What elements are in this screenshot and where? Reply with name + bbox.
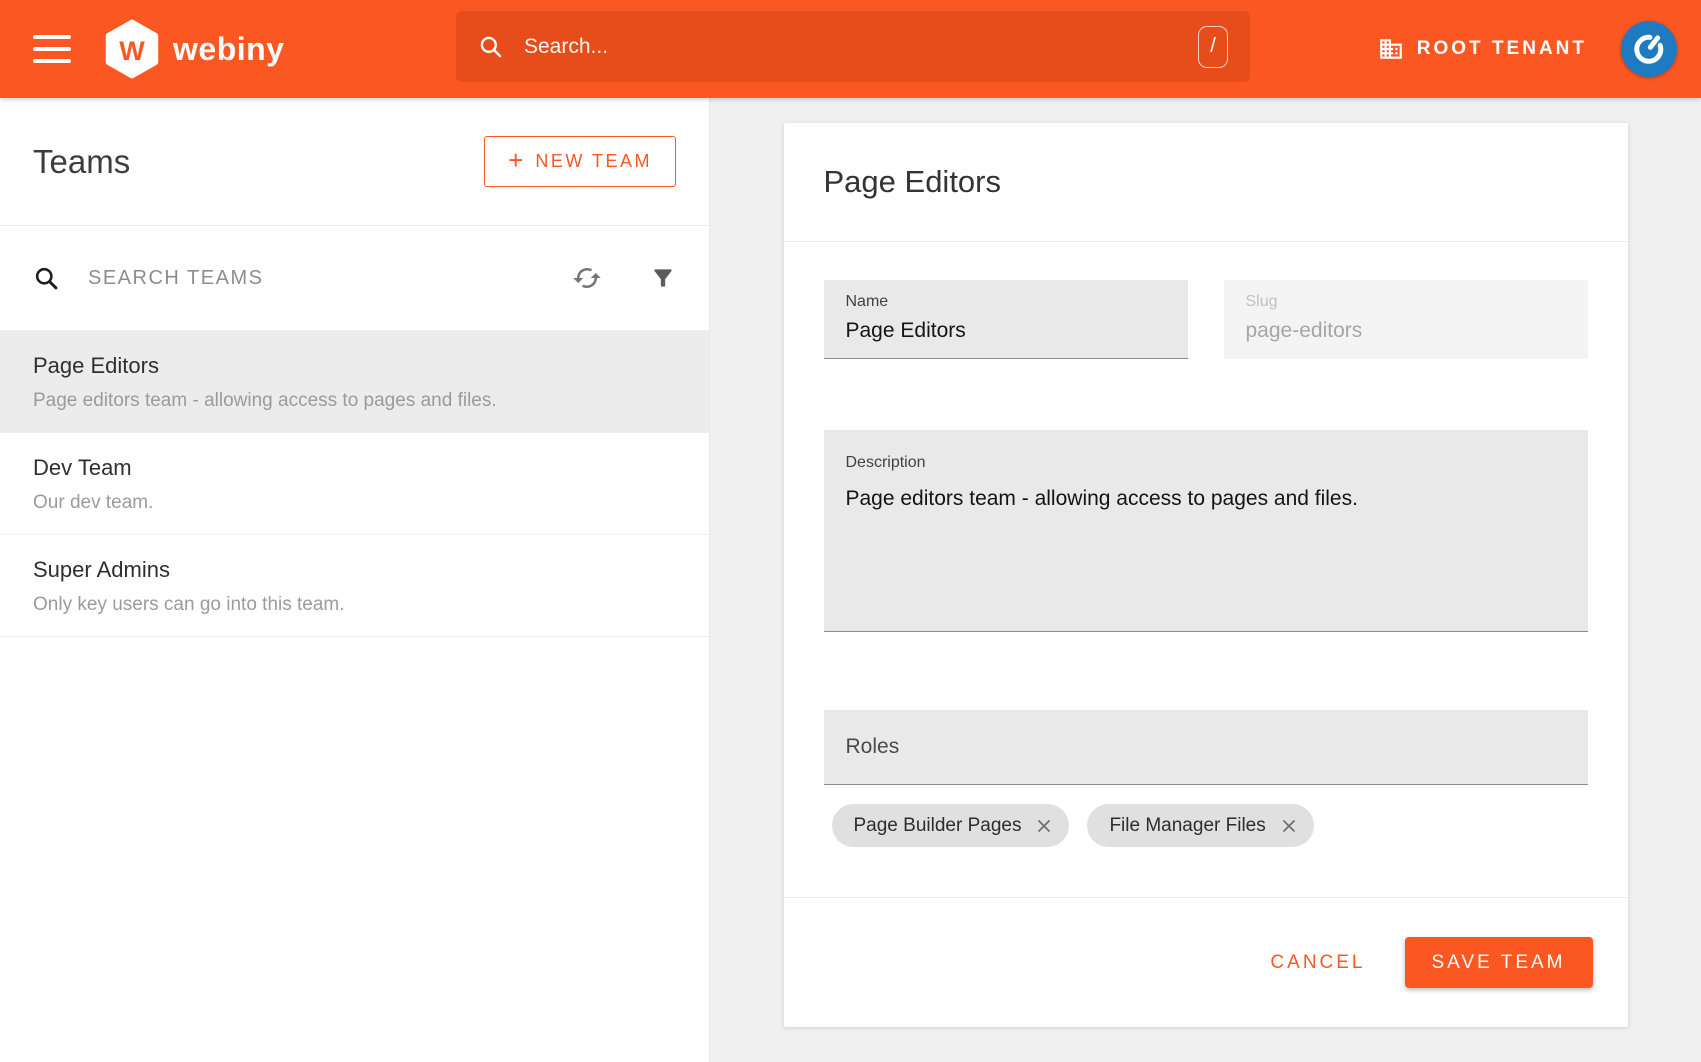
chip-remove-button[interactable]	[1279, 816, 1299, 836]
form-body: Name Page Editors Slug page-editors Desc…	[784, 242, 1628, 897]
save-team-button[interactable]: SAVE TEAM	[1405, 937, 1593, 988]
tenant-label: ROOT TENANT	[1417, 38, 1587, 60]
filter-icon	[650, 265, 676, 291]
webiny-hexagon-icon: W	[105, 19, 159, 79]
topbar-right: ROOT TENANT	[1378, 21, 1677, 77]
webiny-logo: W webiny	[105, 19, 284, 79]
team-list: Page Editors Page editors team - allowin…	[0, 330, 709, 637]
slug-field-label: Slug	[1246, 293, 1566, 311]
new-team-button[interactable]: + NEW TEAM	[484, 136, 676, 187]
teams-search-input[interactable]	[88, 267, 572, 290]
team-details-area: Page Editors Name Page Editors Slug page…	[710, 98, 1701, 1062]
roles-field-label: Roles	[846, 735, 900, 759]
team-list-item-page-editors[interactable]: Page Editors Page editors team - allowin…	[0, 331, 709, 433]
teams-list-panel: Teams + NEW TEAM	[0, 98, 710, 1062]
team-list-item-super-admins[interactable]: Super Admins Only key users can go into …	[0, 535, 709, 637]
search-icon	[33, 265, 60, 292]
close-icon	[1279, 816, 1299, 836]
new-team-label: NEW TEAM	[535, 151, 652, 172]
filter-button[interactable]	[650, 265, 676, 291]
slug-field-value: page-editors	[1246, 318, 1566, 344]
building-icon	[1378, 36, 1404, 62]
chip-label: File Manager Files	[1109, 815, 1265, 837]
hamburger-icon	[33, 59, 71, 63]
global-search[interactable]: /	[456, 11, 1250, 82]
user-avatar[interactable]	[1621, 21, 1677, 77]
chip-label: Page Builder Pages	[854, 815, 1022, 837]
svg-text:W: W	[119, 36, 145, 66]
role-chip-file-manager-files[interactable]: File Manager Files	[1087, 804, 1313, 847]
cancel-button[interactable]: CANCEL	[1258, 942, 1377, 984]
description-field-label: Description	[846, 454, 1566, 472]
webiny-admin-app: W webiny / ROOT TENANT	[0, 0, 1701, 1062]
refresh-button[interactable]	[572, 263, 602, 293]
close-icon	[1034, 816, 1054, 836]
slash-shortcut-badge: /	[1198, 26, 1228, 68]
name-field-value: Page Editors	[846, 318, 1166, 344]
name-field[interactable]: Name Page Editors	[824, 280, 1188, 359]
global-search-input[interactable]	[524, 35, 1198, 59]
form-title: Page Editors	[824, 164, 1002, 200]
form-footer: CANCEL SAVE TEAM	[784, 897, 1628, 1027]
teams-search-bar	[0, 226, 709, 330]
role-chip-page-builder-pages[interactable]: Page Builder Pages	[832, 804, 1070, 847]
search-icon	[478, 34, 504, 60]
team-form-card: Page Editors Name Page Editors Slug page…	[784, 123, 1628, 1027]
hamburger-icon	[33, 47, 71, 51]
tenant-selector[interactable]: ROOT TENANT	[1378, 36, 1587, 62]
brand-wordmark: webiny	[173, 31, 284, 68]
plus-icon: +	[508, 145, 523, 176]
roles-chips: Page Builder Pages File Manager Files	[824, 804, 1588, 847]
main-layout: Teams + NEW TEAM	[0, 98, 1701, 1062]
page-title: Teams	[33, 143, 130, 181]
slug-field: Slug page-editors	[1224, 280, 1588, 359]
top-app-bar: W webiny / ROOT TENANT	[0, 0, 1701, 98]
roles-field[interactable]: Roles	[824, 710, 1588, 785]
form-header: Page Editors	[784, 123, 1628, 242]
power-icon	[1631, 31, 1667, 67]
description-field-value: Page editors team - allowing access to p…	[846, 486, 1566, 512]
teams-panel-header: Teams + NEW TEAM	[0, 98, 709, 226]
name-field-label: Name	[846, 293, 1166, 311]
refresh-icon	[572, 263, 602, 293]
menu-button[interactable]	[33, 32, 77, 66]
hamburger-icon	[33, 35, 71, 39]
team-list-item-dev-team[interactable]: Dev Team Our dev team.	[0, 433, 709, 535]
description-field[interactable]: Description Page editors team - allowing…	[824, 430, 1588, 632]
chip-remove-button[interactable]	[1034, 816, 1054, 836]
